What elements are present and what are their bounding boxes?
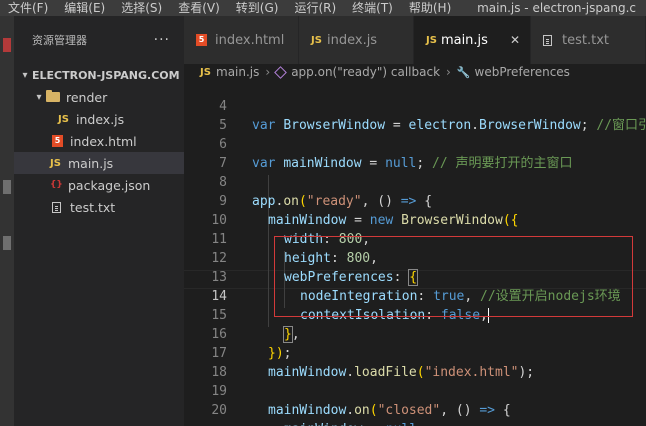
tree-item-package-json[interactable]: {} package.json [14,174,184,196]
tree-item-render-index-js[interactable]: JS index.js [14,108,184,130]
code-line: 11 height: 800, [211,232,378,266]
project-folder[interactable]: ▾ ELECTRON-JSPANG.COM [14,64,184,86]
tree-item-label: main.js [68,155,114,171]
code-line: 12 webPreferences: { [211,251,419,286]
explorer-title: 资源管理器 [32,34,87,47]
tab-test-txt[interactable]: test.txt [531,16,646,64]
tree-item-label: package.json [68,177,151,193]
tab-index-js[interactable]: JS index.js [299,16,414,64]
js-icon: JS [58,113,69,125]
code-line: 4 var BrowserWindow = electron.BrowserWi… [184,80,646,133]
html-icon: 5 [196,34,207,46]
code-line: 5 [219,118,227,133]
tree-item-main-js[interactable]: JS main.js [14,152,184,174]
tree-item-test-txt[interactable]: test.txt [14,196,184,218]
menu-go[interactable]: 转到(G) [236,0,279,16]
close-icon[interactable]: ✕ [510,33,520,47]
explorer-header: 资源管理器 ··· [14,16,184,64]
js-icon: JS [200,66,211,78]
code-line: 16 }); [211,327,292,361]
code-line: 13 nodeIntegration: true, //设置开启nodejs环境 [211,270,621,304]
menu-edit[interactable]: 编辑(E) [64,0,105,16]
tree-item-index-html[interactable]: 5 index.html [14,130,184,152]
tab-main-js[interactable]: JS main.js ✕ [414,16,531,64]
folder-icon [46,90,60,102]
breadcrumb-webpreferences[interactable]: webPreferences [475,65,570,79]
explorer-sidebar: 资源管理器 ··· ▾ ELECTRON-JSPANG.COM ▾ render… [14,16,184,426]
code-line: 6 var mainWindow = null; // 声明要打开的主窗口 [219,137,573,171]
more-actions-icon[interactable]: ··· [154,32,170,48]
chevron-down-icon: ▾ [22,69,28,81]
code-line: 15 }, [211,308,300,343]
chevron-right-icon: › [265,65,271,79]
js-icon: JS [50,157,61,169]
tab-label: main.js [440,32,488,48]
tree-item-label: render [66,89,108,105]
tab-label: test.txt [562,32,609,48]
breadcrumb: JS main.js › app.on("ready") callback › … [184,64,646,80]
breadcrumb-callback[interactable]: app.on("ready") callback [291,65,440,79]
code-line: 9 mainWindow = new BrowserWindow({ [219,194,519,228]
title-bar: 文件(F) 编辑(E) 选择(S) 查看(V) 转到(G) 运行(R) 终端(T… [0,0,646,16]
menu-terminal[interactable]: 终端(T) [352,0,393,16]
code-text: mainWindow.on("closed", () => { [268,403,511,418]
tree-item-label: index.html [70,133,137,149]
code-line: 17 mainWindow.loadFile("index.html"); [211,346,535,380]
js-icon: JS [311,34,322,46]
debug-activity-icon[interactable] [3,180,11,194]
menu-run[interactable]: 运行(R) [294,0,336,16]
code-line-active: 14 contextIsolation: false, [211,289,489,323]
menu-bar: 文件(F) 编辑(E) 选择(S) 查看(V) 转到(G) 运行(R) 终端(T… [0,0,467,16]
tree-item-label: index.js [76,111,125,127]
code-line: 7 [219,156,227,171]
menu-view[interactable]: 查看(V) [178,0,220,16]
text-file-icon [543,34,552,46]
chevron-right-icon: › [446,65,451,79]
js-icon: JS [426,34,437,46]
tree-item-label: test.txt [70,199,116,215]
code-text: mainWindow = null; [284,420,425,426]
activity-bar [0,16,14,426]
tab-label: index.html [215,32,285,48]
tree-item-render[interactable]: ▾ render [14,86,184,108]
code-line: 20 mainWindow = null; [184,382,646,426]
function-icon [274,65,288,79]
code-line: 10 width: 800, [211,213,371,247]
window-title: main.js - electron-jspang.c [477,1,636,15]
code-line: 8 app.on("ready", () => { [219,175,433,209]
project-name: ELECTRON-JSPANG.COM [32,68,180,82]
tab-index-html[interactable]: 5 index.html [184,16,299,64]
menu-file[interactable]: 文件(F) [8,0,48,16]
explorer-activity-icon[interactable] [3,38,11,52]
text-file-icon [52,201,61,213]
breadcrumb-file[interactable]: main.js [216,65,259,79]
editor-tabs: 5 index.html JS index.js JS main.js ✕ te… [184,16,646,64]
code-line: 19 mainWindow.on("closed", () => { [211,384,511,418]
code-editor[interactable]: 4 var BrowserWindow = electron.BrowserWi… [184,80,646,426]
wrench-icon: 🔧 [456,65,471,79]
chevron-down-icon: ▾ [36,91,42,103]
menu-help[interactable]: 帮助(H) [409,0,451,16]
menu-selection[interactable]: 选择(S) [121,0,162,16]
json-icon: {} [50,180,63,190]
html-icon: 5 [52,135,63,147]
tab-label: index.js [327,32,378,48]
code-line: 18 [211,365,227,380]
extensions-activity-icon[interactable] [3,236,11,250]
